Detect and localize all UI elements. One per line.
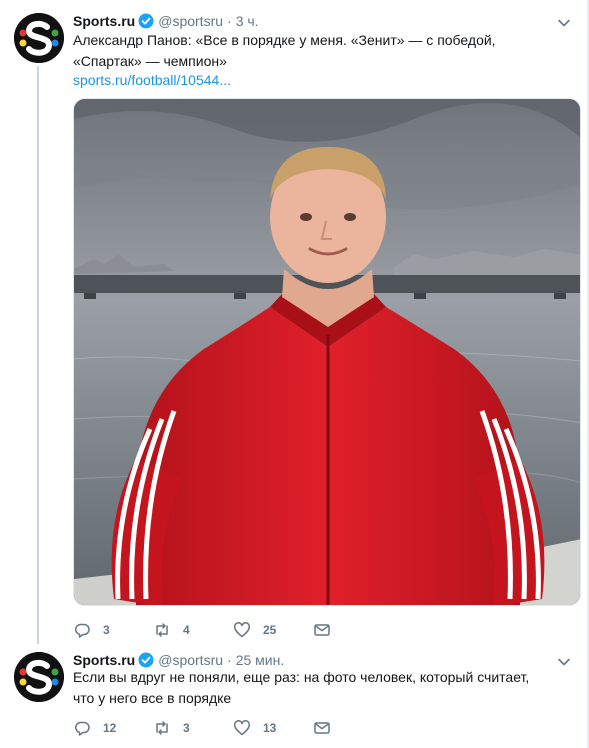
direct-message-button[interactable] <box>313 719 331 737</box>
heart-icon <box>233 622 251 638</box>
retweet-button[interactable]: 4 <box>153 621 233 639</box>
verified-badge-icon <box>138 13 154 29</box>
author-name[interactable]: Sports.ru <box>73 652 135 668</box>
envelope-icon <box>314 722 330 734</box>
tweet[interactable]: Sports.ru @sportsru · 3 ч. Александр Пан… <box>0 0 587 648</box>
tweet-header: Sports.ru @sportsru · 3 ч. <box>73 11 259 31</box>
retweet-count: 4 <box>183 623 190 637</box>
retweet-icon <box>156 623 168 637</box>
chevron-down-icon[interactable] <box>557 16 571 30</box>
verified-badge-icon <box>138 652 154 668</box>
reply-icon <box>74 623 90 638</box>
retweet-icon <box>156 721 168 735</box>
retweet-button[interactable]: 3 <box>153 719 233 737</box>
avatar[interactable] <box>14 13 64 63</box>
author-handle[interactable]: @sportsru <box>158 652 223 668</box>
retweet-count: 3 <box>183 721 190 735</box>
author-handle[interactable]: @sportsru <box>158 13 223 29</box>
tweet-text: Александр Панов: «Все в порядке у меня. … <box>73 32 496 69</box>
photo-man-red-tracksuit-icon <box>74 99 580 605</box>
like-button[interactable]: 25 <box>233 621 313 639</box>
tweet-actions: 3 4 25 <box>73 620 331 640</box>
tweet-photo[interactable] <box>73 98 581 606</box>
chevron-down-icon[interactable] <box>557 655 571 669</box>
reply-button[interactable]: 3 <box>73 621 153 639</box>
time-separator: · <box>227 652 232 668</box>
tweet-link[interactable]: sports.ru/football/10544... <box>73 72 231 88</box>
avatar[interactable] <box>14 652 64 702</box>
tweet-timestamp[interactable]: 3 ч. <box>236 13 259 29</box>
envelope-icon <box>314 624 330 636</box>
author-name[interactable]: Sports.ru <box>73 13 135 29</box>
reply-icon <box>74 721 90 736</box>
like-count: 13 <box>263 721 277 735</box>
heart-icon <box>233 720 251 736</box>
reply-button[interactable]: 12 <box>73 719 153 737</box>
reply-count: 3 <box>103 623 110 637</box>
like-button[interactable]: 13 <box>233 719 313 737</box>
reply-count: 12 <box>103 721 117 735</box>
tweet-actions: 12 3 13 <box>73 718 331 738</box>
sports-ru-logo-icon <box>14 652 64 702</box>
tweet[interactable]: Sports.ru @sportsru · 25 мин. Если вы вд… <box>0 648 587 748</box>
time-separator: · <box>227 13 232 29</box>
tweet-text: Если вы вдруг не поняли, еще раз: на фот… <box>73 669 530 706</box>
like-count: 25 <box>263 623 277 637</box>
tweet-timestamp[interactable]: 25 мин. <box>236 652 285 668</box>
sports-ru-logo-icon <box>14 13 64 63</box>
direct-message-button[interactable] <box>313 621 331 639</box>
